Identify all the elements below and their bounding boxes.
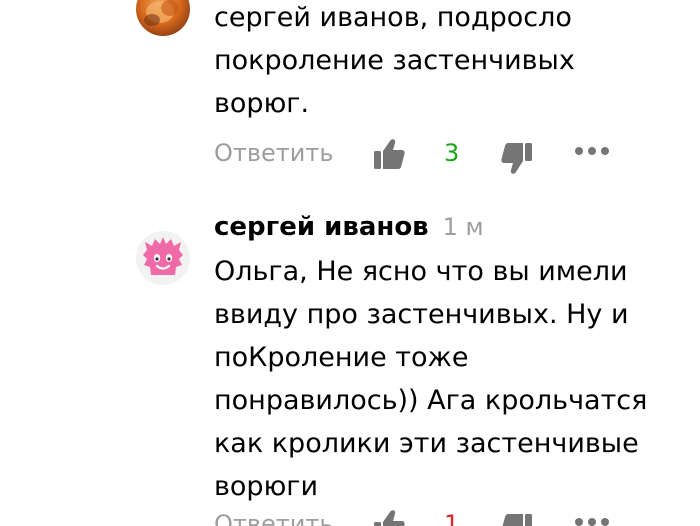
avatar[interactable] (136, 231, 190, 285)
likes-count: 1 (444, 510, 460, 526)
comment-actions: Ответить 1 (214, 508, 634, 526)
more-icon[interactable] (574, 514, 610, 526)
thumbs-up-icon[interactable] (372, 137, 406, 177)
thumbs-down-icon[interactable] (500, 141, 534, 181)
comments-feed: сергей иванов, подросло покроление засте… (0, 0, 700, 526)
monster-avatar-icon (143, 237, 183, 275)
timestamp: 1 м (442, 213, 484, 241)
reply-button[interactable]: Ответить (214, 139, 333, 167)
avatar-photo (144, 0, 179, 26)
comment-text: сергей иванов, подросло покроление засте… (214, 2, 575, 119)
avatar[interactable] (136, 0, 190, 36)
comment-actions: Ответить 3 (214, 137, 634, 177)
author-name[interactable]: сергей иванов (214, 212, 429, 242)
comment-header: сергей иванов 1 м (214, 212, 484, 252)
comment-text: Ольга, Не ясно что вы имели ввиду про за… (214, 256, 648, 502)
more-icon[interactable] (574, 143, 610, 162)
likes-count: 3 (444, 139, 460, 167)
reply-button[interactable]: Ответить (214, 510, 333, 526)
thumbs-up-icon[interactable] (372, 508, 406, 526)
thumbs-down-icon[interactable] (500, 512, 534, 526)
